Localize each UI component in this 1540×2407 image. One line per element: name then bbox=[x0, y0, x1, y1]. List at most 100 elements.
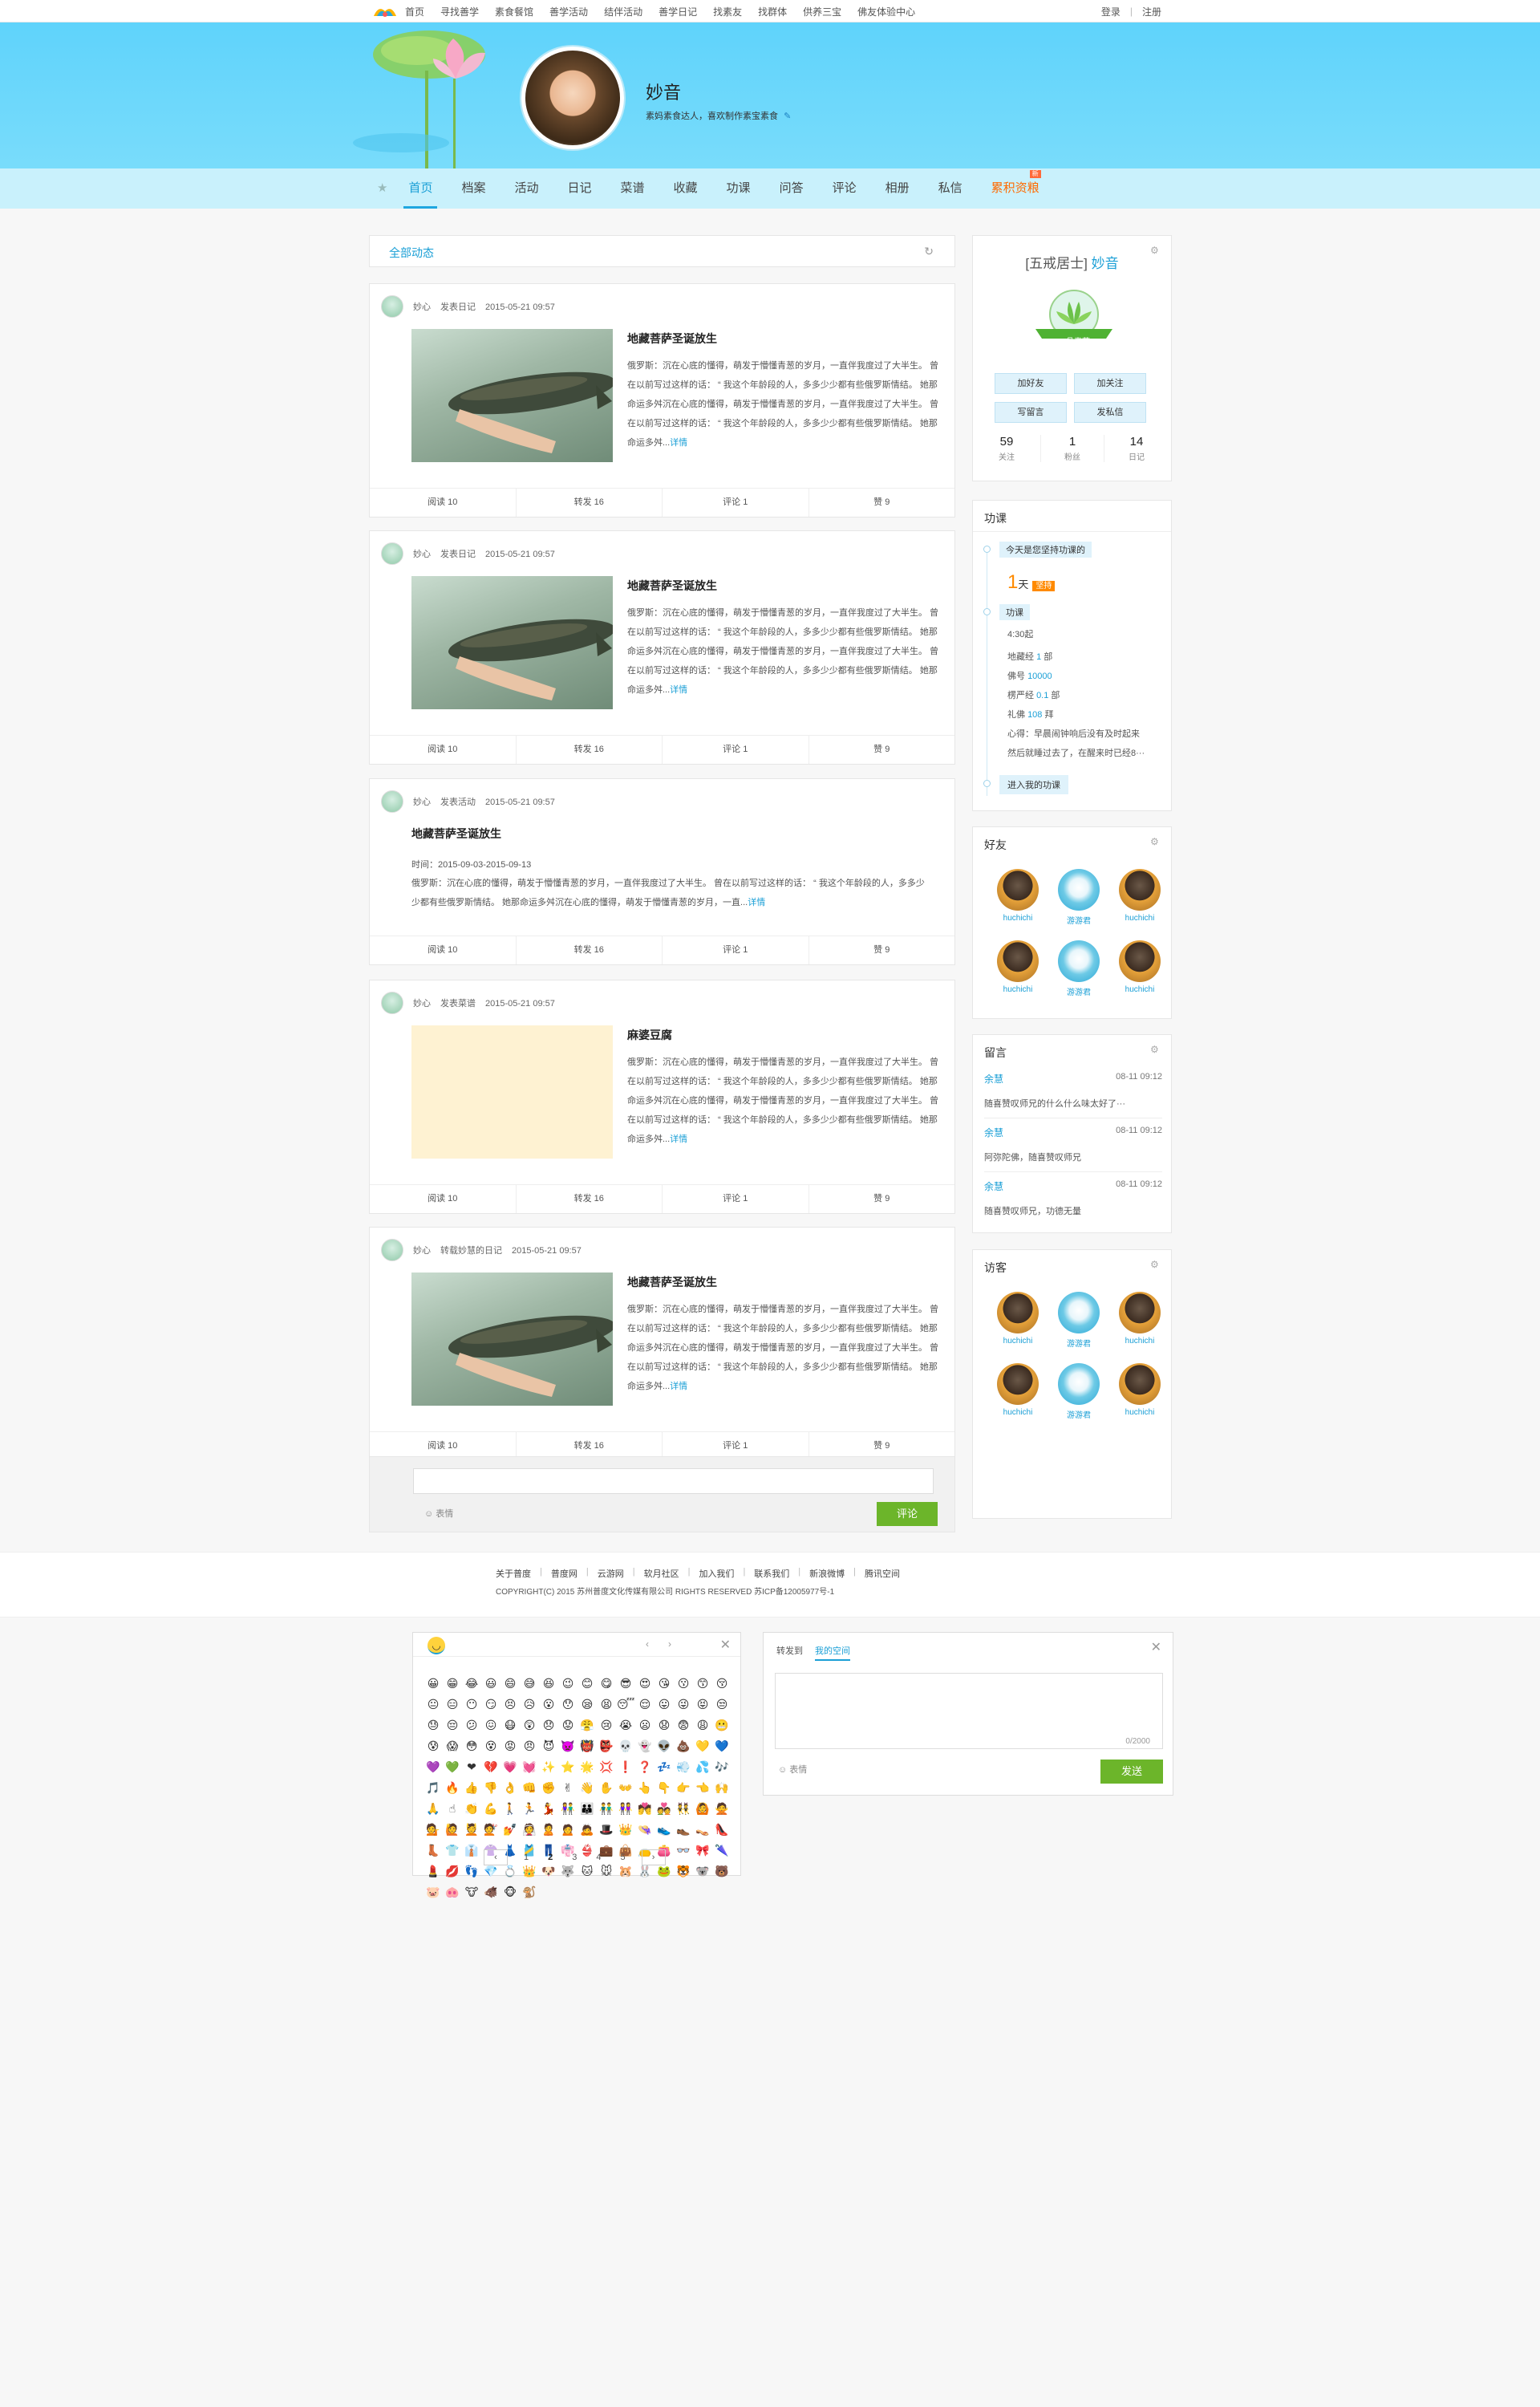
person-name[interactable]: huchichi bbox=[1109, 985, 1170, 994]
nav-tab[interactable]: 收藏 bbox=[674, 168, 698, 209]
emoji-option[interactable]: 💪 bbox=[482, 1800, 500, 1817]
forward-button[interactable]: 转发 16 bbox=[517, 489, 663, 517]
emoji-option[interactable]: 😣 bbox=[501, 1695, 519, 1713]
emoji-option[interactable]: 👬 bbox=[598, 1800, 615, 1817]
post-thumbnail[interactable] bbox=[411, 1025, 613, 1159]
read-count[interactable]: 阅读 10 bbox=[370, 936, 517, 964]
emoji-option[interactable]: 🙇 bbox=[578, 1820, 596, 1838]
emoji-option[interactable]: 👽 bbox=[655, 1737, 673, 1755]
emoji-option[interactable]: 💢 bbox=[598, 1758, 615, 1776]
comment-button[interactable]: 评论 1 bbox=[663, 936, 809, 964]
top-nav-item[interactable]: 佛友体验中心 bbox=[857, 5, 915, 18]
emoji-option[interactable]: 😛 bbox=[655, 1695, 673, 1713]
person-name[interactable]: huchichi bbox=[1109, 1408, 1170, 1417]
emoji-option[interactable]: 👢 bbox=[424, 1841, 442, 1859]
user-avatar[interactable] bbox=[381, 1239, 403, 1261]
emoji-option[interactable]: 💛 bbox=[694, 1737, 711, 1755]
emoji-option[interactable]: 💀 bbox=[617, 1737, 634, 1755]
nav-tab[interactable]: 日记 bbox=[568, 168, 592, 209]
emoji-option[interactable]: 💗 bbox=[501, 1758, 519, 1776]
nav-tab[interactable]: 问答 bbox=[780, 168, 804, 209]
emoji-option[interactable]: 😌 bbox=[636, 1695, 654, 1713]
emoji-option[interactable]: 🐻 bbox=[713, 1862, 731, 1880]
pager-page[interactable]: 3 bbox=[572, 1853, 577, 1862]
top-nav-item[interactable]: 寻找善学 bbox=[440, 5, 479, 18]
read-more-link[interactable]: 详情 bbox=[670, 685, 687, 695]
post-user[interactable]: 妙心 bbox=[413, 302, 431, 312]
emoji-option[interactable]: 😚 bbox=[713, 1674, 731, 1692]
edit-icon[interactable]: ✎ bbox=[784, 112, 791, 121]
emoji-option[interactable]: 😳 bbox=[463, 1737, 480, 1755]
footer-link[interactable]: 联系我们 bbox=[754, 1567, 789, 1580]
person-name[interactable]: 游游君 bbox=[1048, 985, 1109, 997]
emoji-option[interactable]: 💚 bbox=[444, 1758, 461, 1776]
emoji-option[interactable]: 😔 bbox=[444, 1716, 461, 1734]
emoji-option[interactable]: 👈 bbox=[694, 1779, 711, 1796]
emoji-option[interactable]: 😜 bbox=[675, 1695, 692, 1713]
emoji-option[interactable]: ❓ bbox=[636, 1758, 654, 1776]
nav-tab[interactable]: 菜谱 bbox=[621, 168, 645, 209]
emoji-option[interactable]: 🎶 bbox=[713, 1758, 731, 1776]
emoji-option[interactable]: 👊 bbox=[521, 1779, 538, 1796]
emoji-option[interactable]: 😯 bbox=[559, 1695, 577, 1713]
user-avatar[interactable] bbox=[381, 542, 403, 565]
person-tile[interactable]: huchichi bbox=[1109, 940, 1170, 997]
forward-button[interactable]: 转发 16 bbox=[517, 736, 663, 764]
stat-fans[interactable]: 1 粉丝 bbox=[1040, 435, 1104, 462]
person-avatar[interactable] bbox=[997, 869, 1039, 911]
follow-button[interactable]: 加关注 bbox=[1074, 373, 1146, 394]
emoji-option[interactable]: 💆 bbox=[463, 1820, 480, 1838]
comment-button[interactable]: 评论 1 bbox=[663, 489, 809, 517]
emoji-option[interactable]: 😊 bbox=[578, 1674, 596, 1692]
emoji-option[interactable]: 😒 bbox=[713, 1695, 731, 1713]
person-name[interactable]: huchichi bbox=[987, 914, 1048, 923]
person-tile[interactable]: huchichi bbox=[987, 940, 1048, 997]
emoji-option[interactable]: ☝ bbox=[444, 1800, 461, 1817]
emoji-option[interactable]: 🙆 bbox=[694, 1800, 711, 1817]
emoji-option[interactable]: 😘 bbox=[655, 1674, 673, 1692]
post-title[interactable]: 地藏菩萨圣诞放生 bbox=[627, 1274, 717, 1290]
user-avatar[interactable] bbox=[381, 790, 403, 813]
post-title[interactable]: 地藏菩萨圣诞放生 bbox=[627, 578, 717, 594]
emoji-option[interactable]: 😙 bbox=[694, 1674, 711, 1692]
person-tile[interactable]: huchichi bbox=[1109, 869, 1170, 926]
emoji-option[interactable]: 😢 bbox=[598, 1716, 615, 1734]
emoji-option[interactable]: 👹 bbox=[578, 1737, 596, 1755]
enter-gongke-button[interactable]: 进入我的功课 bbox=[999, 775, 1068, 794]
pager-next-button[interactable]: › bbox=[641, 1849, 666, 1865]
emoji-option[interactable]: 😎 bbox=[617, 1674, 634, 1692]
footer-link[interactable]: 关于普度 bbox=[496, 1567, 531, 1580]
post-thumbnail[interactable] bbox=[411, 576, 613, 709]
nav-tab[interactable]: 累积资粮 新 bbox=[991, 168, 1041, 209]
nav-tab[interactable]: 评论 bbox=[833, 168, 857, 209]
top-nav-item[interactable]: 首页 bbox=[405, 5, 424, 18]
top-nav-item[interactable]: 善学活动 bbox=[549, 5, 588, 18]
comment-emoji-toggle[interactable]: ☺ 表情 bbox=[424, 1507, 453, 1520]
person-tile[interactable]: huchichi bbox=[987, 869, 1048, 926]
add-friend-button[interactable]: 加好友 bbox=[995, 373, 1067, 394]
person-tile[interactable]: 游游君 bbox=[1048, 869, 1109, 926]
emoji-option[interactable]: 🐒 bbox=[521, 1883, 538, 1901]
emoji-option[interactable]: 😂 bbox=[463, 1674, 480, 1692]
person-avatar[interactable] bbox=[1119, 869, 1161, 911]
person-avatar[interactable] bbox=[1058, 940, 1100, 982]
emoji-option[interactable]: 😉 bbox=[559, 1674, 577, 1692]
pager-page[interactable]: 1 bbox=[524, 1853, 529, 1862]
footer-link[interactable]: 云游网 bbox=[598, 1567, 624, 1580]
person-avatar[interactable] bbox=[1119, 940, 1161, 982]
footer-link[interactable]: 软月社区 bbox=[644, 1567, 679, 1580]
like-button[interactable]: 赞 9 bbox=[809, 936, 955, 964]
message-author[interactable]: 余慧 bbox=[984, 1074, 1003, 1085]
emoji-option[interactable]: 😤 bbox=[578, 1716, 596, 1734]
feed-header-title[interactable]: 全部动态 bbox=[389, 245, 434, 261]
share-emoji-toggle[interactable]: ☺ 表情 bbox=[778, 1763, 807, 1776]
person-avatar[interactable] bbox=[1119, 1292, 1161, 1333]
emoji-option[interactable]: 👰 bbox=[521, 1820, 538, 1838]
emoji-option[interactable]: 🌂 bbox=[713, 1841, 731, 1859]
person-avatar[interactable] bbox=[1058, 1292, 1100, 1333]
read-count[interactable]: 阅读 10 bbox=[370, 736, 517, 764]
emoji-option[interactable]: 👆 bbox=[636, 1779, 654, 1796]
person-tile[interactable]: huchichi bbox=[987, 1292, 1048, 1349]
nav-tab[interactable]: 活动 bbox=[514, 168, 538, 209]
person-tile[interactable]: 游游君 bbox=[1048, 940, 1109, 997]
